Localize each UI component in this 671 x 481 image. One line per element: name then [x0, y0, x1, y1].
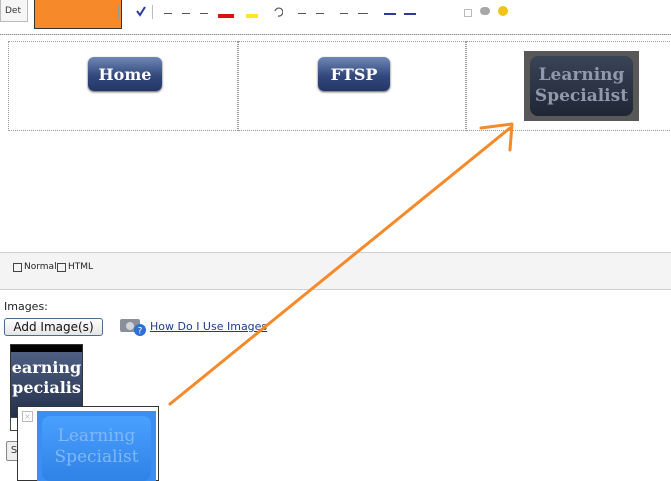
learning-specialist-image[interactable]: Learning Specialist	[524, 51, 639, 121]
normal-mode-label: Normal	[24, 262, 57, 272]
how-do-i-use-images-link[interactable]: How Do I Use Images	[150, 320, 267, 333]
separator	[152, 5, 153, 19]
bullet-list-icon[interactable]	[404, 5, 416, 15]
check-icon[interactable]	[136, 5, 146, 19]
specialist-line: Specialist	[534, 86, 629, 106]
learning-line: Learning	[538, 65, 625, 85]
html-mode-tab[interactable]: HTML	[57, 262, 93, 272]
normal-mode-icon	[13, 262, 22, 272]
editor-mode-bar: Normal HTML	[0, 252, 671, 290]
align-right-icon[interactable]	[200, 5, 208, 14]
indent-icon[interactable]	[298, 5, 306, 14]
home-button-image[interactable]: Home	[88, 57, 162, 91]
close-icon[interactable]: ×	[22, 411, 33, 422]
html-mode-label: HTML	[68, 262, 94, 272]
table-icon[interactable]	[358, 5, 368, 14]
justify-icon[interactable]	[340, 5, 348, 14]
thumb-line-1: earning	[11, 358, 82, 377]
chevron-down-icon[interactable]	[118, 5, 125, 19]
ftsp-button-image[interactable]: FTSP	[318, 57, 390, 91]
drag-line-2: Specialist	[54, 447, 139, 467]
images-label: Images:	[4, 300, 48, 313]
undo-icon[interactable]	[273, 5, 283, 19]
redaction-overlay	[34, 0, 122, 29]
image-icon[interactable]	[480, 7, 490, 15]
drag-line-1: Learning	[57, 426, 136, 446]
editor-content-area[interactable]: Home FTSP Learning Specialist	[0, 34, 671, 253]
special-char-icon[interactable]	[464, 9, 472, 17]
toolbar-icons	[118, 5, 548, 21]
numbered-list-icon[interactable]	[384, 5, 396, 15]
add-images-button[interactable]: Add Image(s)	[4, 318, 103, 336]
dragged-image-text: Learning Specialist	[42, 416, 151, 481]
camera-help-icon[interactable]: ?	[119, 316, 147, 336]
font-color-icon[interactable]	[218, 14, 234, 18]
svg-text:?: ?	[138, 327, 143, 337]
thumb-line-2: pecialis	[12, 378, 81, 397]
highlight-color-icon[interactable]	[246, 14, 258, 18]
format-dropdown[interactable]: Det	[0, 0, 28, 22]
dragged-learning-specialist-image[interactable]: Learning Specialist	[37, 411, 156, 481]
editor-toolbar: Det	[0, 0, 671, 35]
align-center-icon[interactable]	[182, 5, 190, 14]
normal-mode-tab[interactable]: Normal	[13, 262, 57, 272]
outdent-icon[interactable]	[316, 5, 324, 14]
html-mode-icon	[57, 262, 66, 272]
smiley-icon[interactable]	[498, 6, 508, 16]
learning-specialist-text: Learning Specialist	[530, 56, 633, 116]
align-left-icon[interactable]	[164, 5, 172, 14]
drag-ghost[interactable]: × Learning Specialist	[17, 406, 159, 481]
